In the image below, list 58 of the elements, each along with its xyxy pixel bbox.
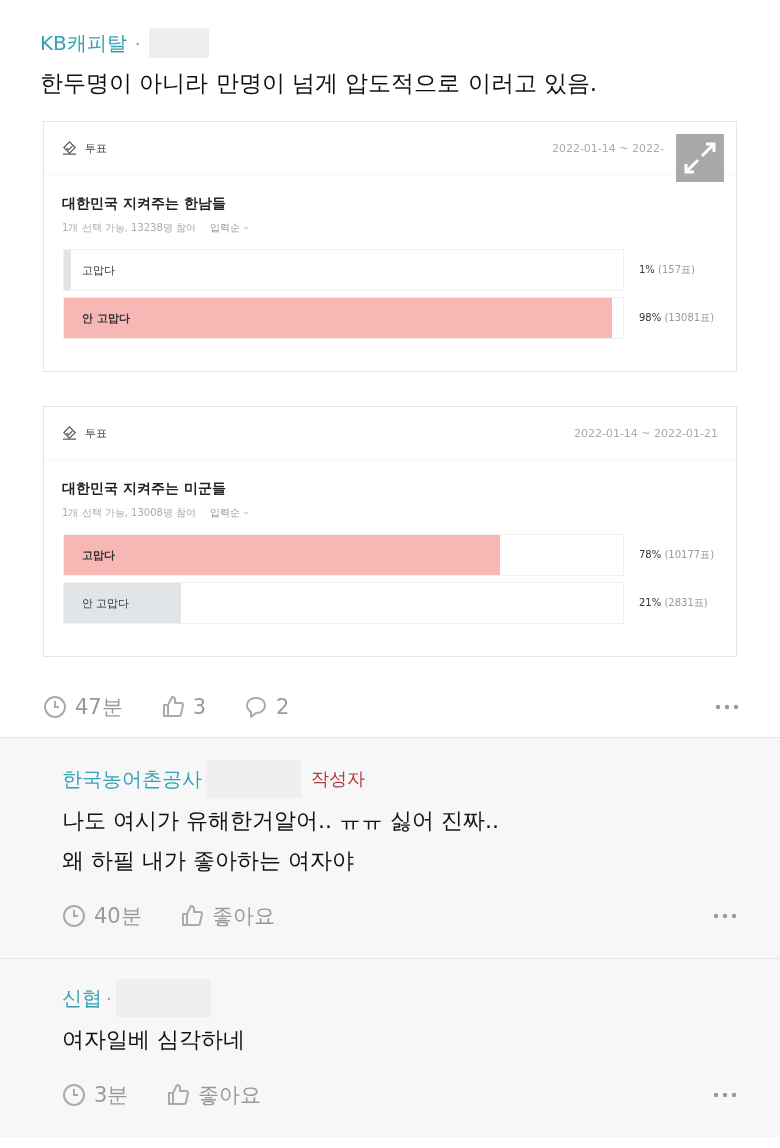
- poll-option[interactable]: 고맙다: [63, 534, 624, 576]
- vote-count: (157표): [658, 264, 695, 275]
- comment-time: 3분: [94, 1082, 129, 1109]
- poll-label: 투표: [85, 425, 107, 441]
- comment-count: 2: [276, 695, 290, 719]
- post-text: 한두명이 아니라 만명이 넘게 압도적으로 이러고 있음.: [40, 69, 599, 98]
- more-icon[interactable]: [715, 704, 739, 710]
- thumbs-up-icon[interactable]: [160, 695, 185, 719]
- author-name[interactable]: 한국농어촌공사: [62, 765, 202, 793]
- more-icon[interactable]: [713, 1092, 737, 1098]
- clock-icon: [62, 1083, 86, 1107]
- vote-check-icon: [62, 140, 77, 156]
- vote-count: (13081표): [664, 312, 715, 323]
- clock-icon: [43, 695, 67, 719]
- poll-info: 1개 선택 가능, 13008명 참여: [62, 506, 197, 520]
- author-name[interactable]: KB캐피탈: [40, 29, 127, 57]
- vote-percent: 21%: [639, 597, 662, 608]
- post-time: 47분: [75, 694, 123, 721]
- vote-count: (10177표): [664, 549, 715, 560]
- thumbs-up-icon[interactable]: [166, 1083, 191, 1107]
- separator-dot: ·: [106, 987, 112, 1009]
- poll-dates: 2022-01-14 ~ 2022-: [551, 141, 664, 155]
- like-count: 3: [192, 695, 207, 719]
- vote-check-icon: [62, 425, 77, 441]
- option-label: 고맙다: [81, 547, 115, 563]
- caret-icon: [243, 511, 250, 515]
- poll-option[interactable]: 안 고맙다: [63, 582, 624, 624]
- vote-percent: 1%: [639, 264, 655, 275]
- caret-icon: [243, 226, 250, 230]
- comment-text: 나도 여시가 유해한거알어.. ㅠㅠ 싫어 진짜..: [62, 807, 500, 835]
- author-name[interactable]: 신협: [62, 984, 102, 1012]
- comment-text: 왜 하필 내가 좋아하는 여자야: [62, 847, 355, 875]
- vote-percent: 98%: [639, 312, 662, 323]
- comment-text: 여자일베 심각하네: [62, 1026, 246, 1054]
- separator-dot: ·: [134, 32, 141, 54]
- like-label: 좋아요: [198, 1082, 262, 1109]
- expand-button[interactable]: [676, 134, 724, 182]
- poll-option[interactable]: 고맙다: [63, 249, 624, 291]
- poll-label: 투표: [85, 140, 107, 156]
- like-label: 좋아요: [211, 903, 275, 930]
- option-label: 고맙다: [81, 262, 115, 278]
- option-label: 안 고맙다: [81, 595, 130, 611]
- vote-percent: 78%: [639, 549, 662, 560]
- clock-icon: [62, 904, 86, 928]
- poll-info: 1개 선택 가능, 13238명 참여: [62, 221, 197, 235]
- comment-icon[interactable]: [244, 695, 269, 719]
- option-label: 안 고맙다: [81, 310, 130, 326]
- vote-count: (2831표): [664, 597, 708, 608]
- sort-dropdown[interactable]: 입력순: [210, 506, 250, 520]
- comment-time: 40분: [94, 903, 142, 930]
- sort-dropdown[interactable]: 입력순: [210, 221, 250, 235]
- more-icon[interactable]: [713, 913, 737, 919]
- poll-dates: 2022-01-14 ~ 2022-01-21: [573, 426, 718, 440]
- poll-question: 대한민국 지켜주는 한남들: [62, 195, 227, 213]
- poll-question: 대한민국 지켜주는 미군들: [62, 480, 227, 498]
- thumbs-up-icon[interactable]: [179, 904, 204, 928]
- poll-option[interactable]: 안 고맙다: [63, 297, 624, 339]
- writer-label: 작성자: [311, 767, 365, 791]
